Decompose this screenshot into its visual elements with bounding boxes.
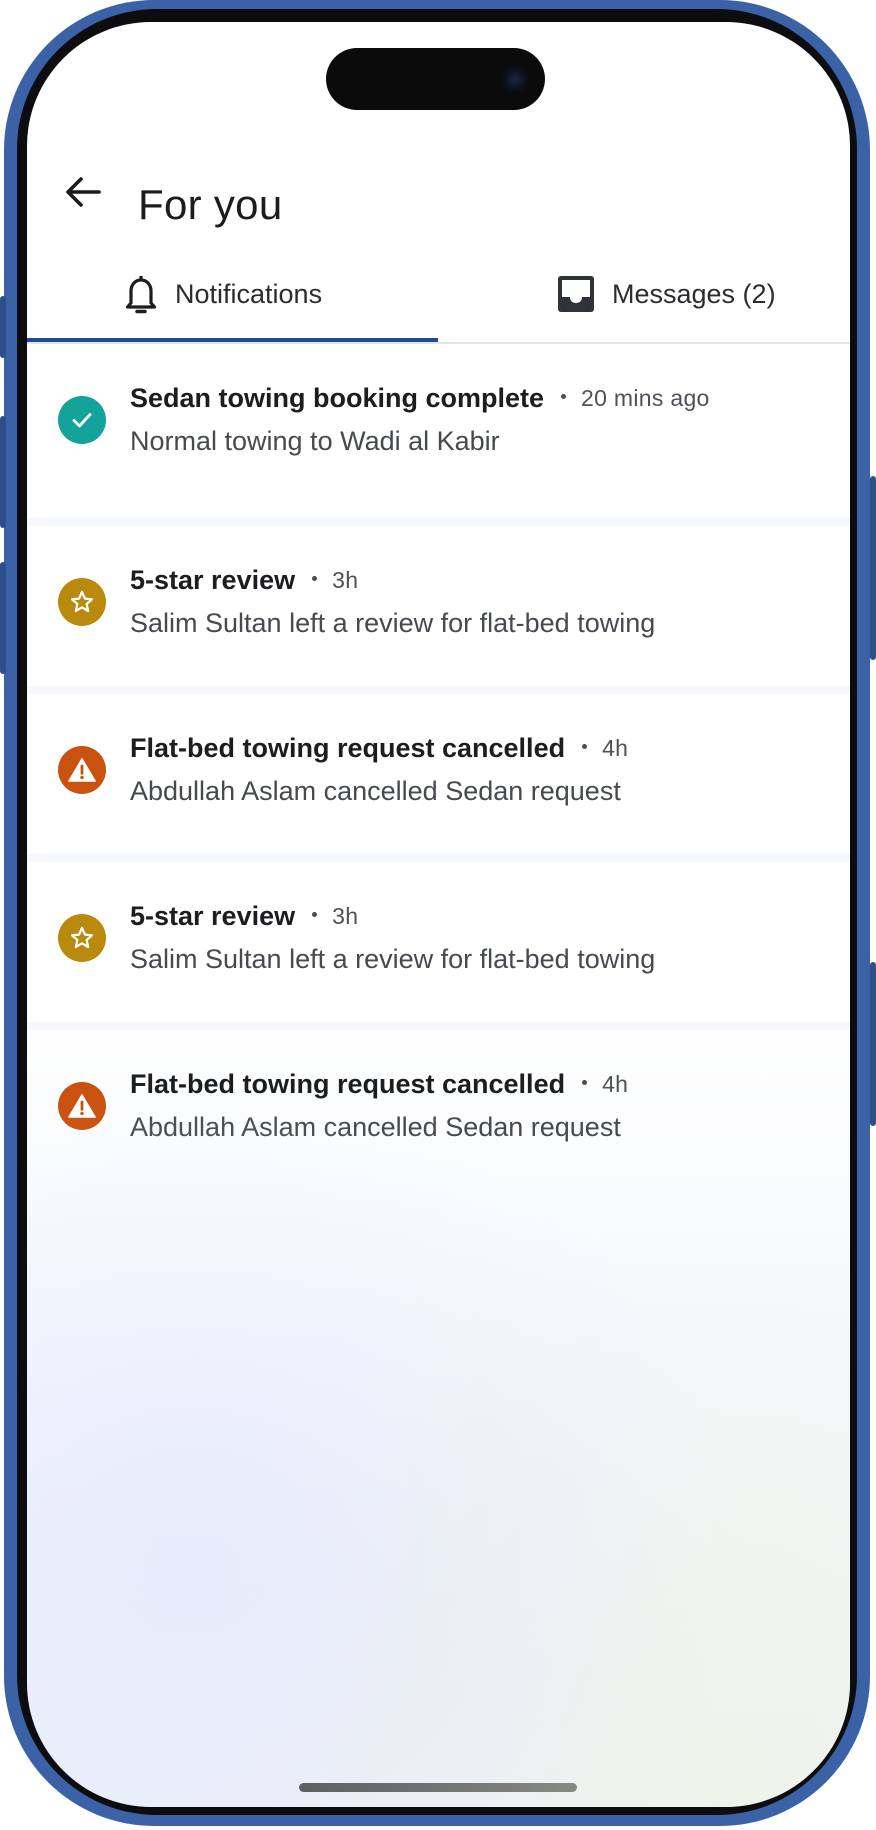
home-indicator[interactable] xyxy=(299,1783,577,1792)
status-badge xyxy=(58,396,106,444)
divider xyxy=(27,518,850,526)
divider xyxy=(27,1022,850,1030)
notification-body: Salim Sultan left a review for flat-bed … xyxy=(130,608,656,638)
bell-icon xyxy=(125,276,157,314)
inbox-icon xyxy=(558,276,594,312)
notification-time: 4h xyxy=(602,1070,629,1097)
dynamic-island xyxy=(326,48,545,110)
notification-body: Normal towing to Wadi al Kabir xyxy=(130,426,500,456)
notification-item[interactable]: Flat-bed towing request cancelled 4h Abd… xyxy=(27,694,850,854)
tab-messages[interactable]: Messages (2) xyxy=(438,262,849,340)
notification-header: Sedan towing booking complete 20 mins ag… xyxy=(130,378,710,418)
divider xyxy=(27,686,850,694)
notification-header: Flat-bed towing request cancelled 4h xyxy=(130,728,628,768)
back-button[interactable] xyxy=(61,170,105,214)
volume-up-button xyxy=(0,416,6,528)
notification-title: Flat-bed towing request cancelled xyxy=(130,732,566,763)
separator-dot xyxy=(312,575,318,581)
tab-notifications-label: Notifications xyxy=(175,278,323,309)
notification-header: 5-star review 3h xyxy=(130,560,358,600)
app-header: For you xyxy=(27,142,850,242)
status-badge xyxy=(58,578,106,626)
notification-body: Salim Sultan left a review for flat-bed … xyxy=(130,944,656,974)
status-badge xyxy=(58,1082,106,1130)
volume-down-button xyxy=(0,562,6,674)
notification-time: 3h xyxy=(332,902,359,929)
divider xyxy=(27,854,850,862)
notification-time: 3h xyxy=(332,566,359,593)
phone-screen: For you Notifications Messages (2) Sedan… xyxy=(27,22,850,1807)
tab-notifications[interactable]: Notifications xyxy=(27,262,438,342)
action-button xyxy=(0,296,6,358)
check-icon xyxy=(72,413,92,428)
arrow-left-icon xyxy=(66,177,101,207)
notification-item[interactable]: 5-star review 3h Salim Sultan left a rev… xyxy=(27,526,850,686)
notification-body: Abdullah Aslam cancelled Sedan request xyxy=(130,1112,621,1142)
separator-dot xyxy=(582,743,588,749)
notification-item[interactable]: Sedan towing booking complete 20 mins ag… xyxy=(27,344,850,504)
notification-title: Flat-bed towing request cancelled xyxy=(130,1068,566,1099)
warning-icon xyxy=(68,1094,96,1118)
star-icon xyxy=(70,926,94,949)
camera-icon xyxy=(501,65,529,93)
status-badge xyxy=(58,746,106,794)
notification-title: 5-star review xyxy=(130,900,296,931)
side-button-lower xyxy=(870,962,876,1126)
notification-item[interactable]: 5-star review 3h Salim Sultan left a rev… xyxy=(27,862,850,1022)
notification-time: 4h xyxy=(602,734,629,761)
notification-header: Flat-bed towing request cancelled 4h xyxy=(130,1064,628,1104)
power-button xyxy=(870,476,876,660)
notification-title: Sedan towing booking complete xyxy=(130,382,545,413)
separator-dot xyxy=(312,911,318,917)
tab-messages-label: Messages (2) xyxy=(612,278,776,309)
status-badge xyxy=(58,914,106,962)
notification-item[interactable]: Flat-bed towing request cancelled 4h Abd… xyxy=(27,1030,850,1190)
separator-dot xyxy=(561,393,567,399)
star-icon xyxy=(70,590,94,613)
separator-dot xyxy=(582,1079,588,1085)
page-title: For you xyxy=(138,181,283,228)
notification-body: Abdullah Aslam cancelled Sedan request xyxy=(130,776,621,806)
warning-icon xyxy=(68,758,96,782)
notification-header: 5-star review 3h xyxy=(130,896,358,936)
tab-bar: Notifications Messages (2) xyxy=(27,262,850,344)
notification-title: 5-star review xyxy=(130,564,296,595)
notification-time: 20 mins ago xyxy=(581,384,710,411)
